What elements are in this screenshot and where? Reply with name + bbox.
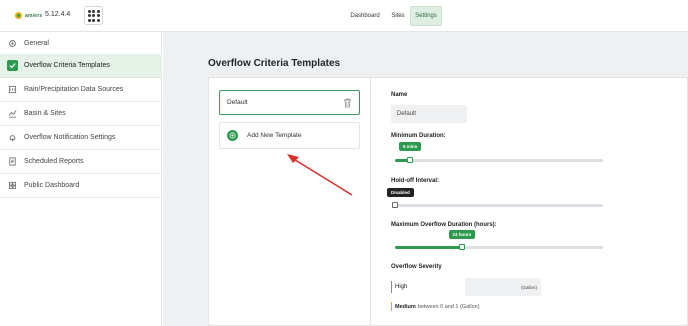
annotation-arrow-icon [287,154,353,196]
trash-icon[interactable] [343,98,352,108]
template-name: Default [227,99,248,106]
apps-grid-icon[interactable] [84,6,103,25]
top-header: amiers 5.12.4.4 Dashboard Sites Settings [0,0,688,32]
sidebar-item-scheduled-reports[interactable]: Scheduled Reports [0,150,162,174]
holdoff-thumb[interactable] [392,202,398,208]
sidebar-item-overflow-criteria-templates[interactable]: Overflow Criteria Templates [0,54,162,78]
max-overflow-slider[interactable]: 24 hours [395,230,603,250]
min-duration-label: Minimum Duration: [391,133,446,139]
grid-icon [7,180,18,191]
max-overflow-value: 24 hours [448,230,476,239]
main-content: Overflow Criteria Templates Default Add … [163,32,688,326]
settings-sidebar: General Overflow Criteria Templates Rain… [0,32,162,326]
max-overflow-fill [395,246,462,249]
logo-text: amiers [25,12,43,19]
severity-high-label: High [391,281,461,293]
max-overflow-label: Maximum Overflow Duration (hours): [391,222,497,228]
chart-icon [7,108,18,119]
sidebar-item-general[interactable]: General [0,32,162,56]
panel-divider [370,78,371,326]
gear-icon [7,38,18,49]
page-title: Overflow Criteria Templates [208,58,341,69]
templates-panel: Default Add New Template Name Default Mi… [208,77,688,326]
bell-icon [7,132,18,143]
rain-icon [7,84,18,95]
nav-settings[interactable]: Settings [410,6,442,26]
name-label: Name [391,92,408,98]
holdoff-label: Hold-off Interval: [391,178,439,184]
plus-icon [227,130,238,141]
sidebar-item-label: General [24,40,49,47]
version-label: 5.12.4.4 [45,11,71,18]
min-duration-slider[interactable]: 5 mins [395,142,603,163]
logo-mark-icon [15,12,22,19]
check-icon [7,60,18,71]
name-input[interactable]: Default [391,105,467,123]
add-template-button[interactable]: Add New Template [219,122,360,149]
severity-medium-label: Medium [395,303,416,310]
sidebar-item-basin-sites[interactable]: Basin & Sites [0,102,162,126]
sidebar-item-public-dashboard[interactable]: Public Dashboard [0,174,162,198]
min-duration-value: 5 mins [399,142,422,151]
app-logo[interactable]: amiers [15,12,42,19]
sidebar-item-notification-settings[interactable]: Overflow Notification Settings [0,126,162,150]
severity-label: Overflow Severity [391,264,442,270]
add-template-label: Add New Template [247,132,302,139]
nav-sites[interactable]: Sites [387,6,409,26]
sidebar-item-label: Rain/Precipitation Data Sources [24,86,124,93]
severity-medium-row: Medium between 0 and 1 (Gallon) [391,302,480,311]
max-overflow-thumb[interactable] [459,244,465,250]
sidebar-item-label: Overflow Criteria Templates [24,62,110,69]
sidebar-item-rain-sources[interactable]: Rain/Precipitation Data Sources [0,78,162,102]
sidebar-item-label: Basin & Sites [24,110,66,117]
sidebar-item-label: Public Dashboard [24,182,80,189]
holdoff-slider[interactable]: Disabled [387,188,603,208]
min-duration-thumb[interactable] [407,157,413,163]
report-icon [7,156,18,167]
template-item-default[interactable]: Default [219,90,360,115]
holdoff-value: Disabled [387,188,414,197]
nav-dashboard[interactable]: Dashboard [348,6,382,26]
severity-medium-text: between 0 and 1 (Gallon) [417,303,480,310]
severity-high-input[interactable]: (Gallon) [465,278,541,296]
sidebar-item-label: Overflow Notification Settings [24,134,116,141]
sidebar-item-label: Scheduled Reports [24,158,84,165]
